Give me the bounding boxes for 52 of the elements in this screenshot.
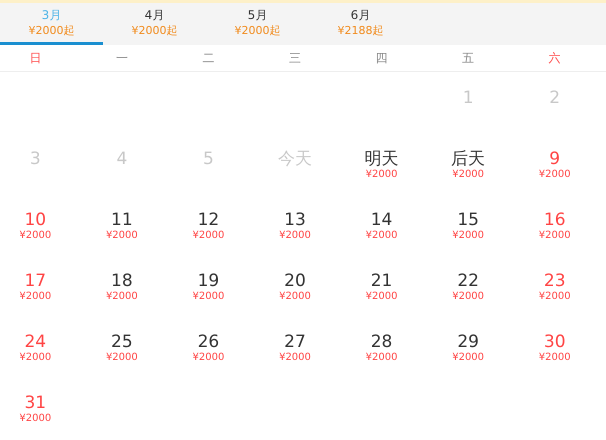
day-price: ¥2000 (106, 352, 138, 364)
day-number[interactable]: 后天 (451, 149, 486, 169)
weekday-label: 二 (202, 50, 214, 67)
day-price: ¥2000 (19, 291, 52, 303)
weekday-label: 五 (462, 50, 474, 67)
day-price: ¥2000 (19, 352, 52, 364)
weekday-label: 一 (116, 50, 128, 67)
day-number[interactable]: 18 (111, 271, 133, 291)
day-number[interactable]: 27 (284, 332, 306, 352)
day-number[interactable]: 29 (457, 332, 479, 352)
day-price: ¥2000 (192, 291, 224, 303)
day-price: ¥2000 (538, 169, 571, 181)
day-number[interactable]: 28 (370, 332, 392, 352)
day-price: ¥2000 (452, 352, 484, 364)
day-price: ¥2000 (452, 291, 484, 303)
day-price: ¥2000 (538, 291, 571, 303)
day-price: ¥2000 (538, 352, 571, 364)
day-price: ¥2000 (279, 352, 311, 364)
day-price: ¥2000 (366, 169, 398, 181)
day-number[interactable]: 26 (198, 332, 220, 352)
day-price: ¥2000 (19, 230, 52, 242)
day-price: ¥2000 (452, 230, 484, 242)
day-number[interactable]: 12 (198, 210, 220, 230)
day-price: ¥2000 (19, 413, 52, 425)
day-price: ¥2000 (192, 230, 224, 242)
day-price: ¥2000 (366, 230, 398, 242)
day-number[interactable]: 25 (111, 332, 133, 352)
day-number[interactable]: 13 (284, 210, 306, 230)
day-number[interactable]: 21 (370, 271, 392, 291)
day-price: ¥2000 (106, 230, 138, 242)
day-price: ¥2000 (106, 291, 138, 303)
month-tab[interactable]: 5月 ¥2000起 (206, 3, 309, 45)
month-tab[interactable]: 6月 ¥2188起 (309, 3, 412, 45)
day-number[interactable]: 20 (284, 271, 306, 291)
day-number[interactable]: 11 (111, 210, 133, 230)
weekday-label: 四 (376, 50, 388, 67)
day-price: ¥2000 (366, 352, 398, 364)
day-number[interactable]: 15 (457, 210, 479, 230)
day-number[interactable]: 22 (457, 271, 479, 291)
day-price: ¥2000 (279, 291, 311, 303)
day-price: ¥2000 (452, 169, 484, 181)
day-number[interactable]: 明天 (364, 149, 399, 169)
weekday-label: 日 (29, 50, 42, 67)
day-number[interactable]: 19 (198, 271, 220, 291)
day-price: ¥2000 (366, 291, 398, 303)
weekday-label: 六 (548, 50, 561, 67)
day-number[interactable]: 14 (370, 210, 392, 230)
day-price: ¥2000 (279, 230, 311, 242)
month-tab[interactable]: 4月 ¥2000起 (103, 3, 206, 45)
day-price: ¥2000 (192, 352, 224, 364)
day-price: ¥2000 (538, 230, 571, 242)
weekday-label: 三 (288, 50, 301, 67)
